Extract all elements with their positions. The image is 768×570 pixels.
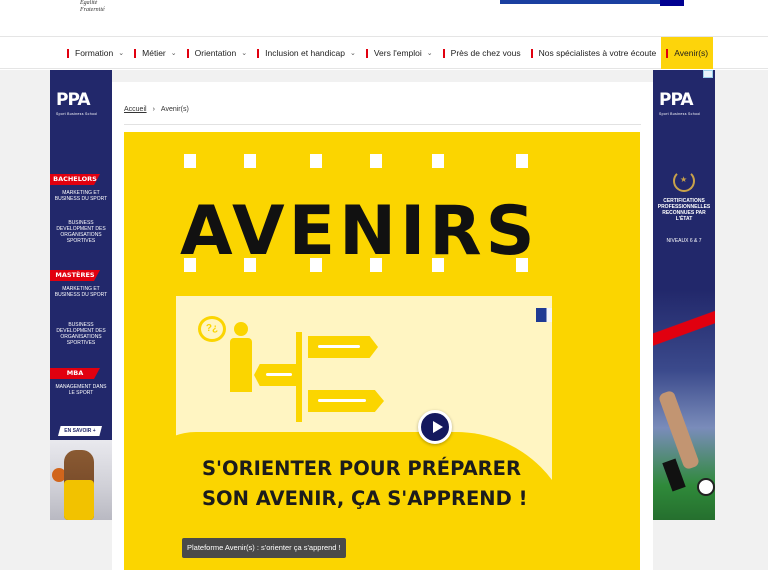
ad-label-bachelors: BACHELORS xyxy=(50,174,100,185)
nav-item-0[interactable]: Formation ⌄ xyxy=(62,37,129,69)
french-flag-icon xyxy=(536,308,552,322)
avenirs-title-text: AVENIRS xyxy=(180,192,539,271)
nav-item-5[interactable]: Près de chez vous xyxy=(438,37,526,69)
video-player[interactable]: ?¿ S'ORIENTER POUR PRÉPARER SON AVENIR, … xyxy=(176,296,552,570)
levels-text: Niveaux 6 & 7 xyxy=(666,238,702,244)
main-navigation: Formation ⌄ Métier ⌄ Orientation ⌄ Inclusion e… xyxy=(0,36,768,69)
ad-banner-right[interactable]: PPA Sport Business School ★ Certificatio… xyxy=(653,70,715,520)
nav-separator xyxy=(365,48,368,58)
chevron-down-icon: ⌄ xyxy=(349,50,356,57)
chevron-down-icon: ⌄ xyxy=(170,50,177,57)
star-icon: ★ xyxy=(680,175,688,184)
nav-item-label: Orientation xyxy=(194,48,237,58)
breadcrumb: Accueil › Avenir(s) xyxy=(124,106,189,113)
motto-line-egalite: Égalité xyxy=(80,0,98,6)
nav-separator xyxy=(530,48,533,58)
certification-text: Certifications professionnelles reconnue… xyxy=(657,198,711,222)
nav-item-label: Inclusion et handicap xyxy=(265,48,345,58)
ad-text-bachelor-2: Business development des organisations s… xyxy=(56,220,106,244)
sign-arrow-right-2 xyxy=(308,390,384,412)
breadcrumb-divider xyxy=(124,124,641,125)
player-jersey xyxy=(64,480,94,520)
avenirs-hero: AVENIRS ?¿ S'ORIENTER POUR PRÉPARER SON … xyxy=(124,132,640,570)
nav-item-label: Nos spécialistes à votre écoute xyxy=(538,48,657,58)
headline-line-2: SON AVENIR, ÇA S'APPREND ! xyxy=(202,487,528,510)
nav-item-label: Avenir(s) xyxy=(674,48,709,58)
ad-text-mba-1: Management dans le sport xyxy=(55,384,107,396)
ppa-logo: PPA xyxy=(56,90,91,110)
search-input[interactable] xyxy=(500,0,660,4)
main-content: Accueil › Avenir(s) AVENIRS ?¿ S'ORIENTE… xyxy=(112,82,653,570)
nav-item-6[interactable]: Nos spécialistes à votre écoute xyxy=(526,37,662,69)
breadcrumb-separator-icon: › xyxy=(152,106,155,113)
ppa-tagline: Sport Business School xyxy=(56,112,98,116)
nav-item-label: Métier xyxy=(142,48,166,58)
chevron-down-icon: ⌄ xyxy=(241,50,248,57)
ppa-logo-right: PPA xyxy=(659,90,694,110)
sign-arrow-left xyxy=(254,364,302,386)
nav-item-2[interactable]: Orientation ⌄ xyxy=(182,37,252,69)
chevron-down-icon: ⌄ xyxy=(426,50,433,57)
top-header: Égalité Fraternité xyxy=(0,0,768,36)
ad-text-mastere-2: Business development des organisations s… xyxy=(56,322,106,346)
nav-separator xyxy=(442,48,445,58)
nav-item-4[interactable]: Vers l'emploi ⌄ xyxy=(361,37,438,69)
play-button-icon[interactable] xyxy=(418,410,452,444)
republic-motto: Égalité Fraternité xyxy=(80,0,105,14)
person-illustration-head xyxy=(234,322,248,336)
nav-item-label: Formation xyxy=(75,48,114,58)
nav-separator xyxy=(67,48,69,58)
sign-arrow-right-1 xyxy=(308,336,378,358)
nav-separator xyxy=(257,48,260,58)
search-button[interactable] xyxy=(660,0,684,6)
ad-label-masteres: MASTÈRES xyxy=(50,270,100,281)
person-illustration-icon xyxy=(230,338,252,392)
ad-banner-left[interactable]: PPA Sport Business School BACHELORS Mark… xyxy=(50,70,112,520)
ad-label-mba: MBA xyxy=(50,368,100,379)
ad-text-bachelor-1: Marketing et business du sport xyxy=(54,190,108,202)
ppa-tagline-right: Sport Business School xyxy=(659,112,701,116)
nav-items: Formation ⌄ Métier ⌄ Orientation ⌄ Inclusion e… xyxy=(62,37,714,69)
adchoices-icon[interactable] xyxy=(703,70,713,78)
video-headline: S'ORIENTER POUR PRÉPARER SON AVENIR, ÇA … xyxy=(202,454,527,514)
football-icon xyxy=(697,478,715,496)
nav-item-label: Près de chez vous xyxy=(450,48,521,58)
nav-item-label: Vers l'emploi xyxy=(373,48,422,58)
red-stripe-decoration xyxy=(653,300,715,360)
avenirs-title-logo: AVENIRS xyxy=(180,154,539,272)
ad-text-mastere-1: Marketing et business du sport xyxy=(54,286,108,298)
question-bubble-icon: ?¿ xyxy=(198,316,226,342)
video-caption: Plateforme Avenir(s) : s'orienter ça s'a… xyxy=(182,538,346,558)
ad-learn-more-button[interactable]: EN SAVOIR + xyxy=(58,426,102,436)
nav-item-1[interactable]: Métier ⌄ xyxy=(129,37,182,69)
nav-item-7[interactable]: Avenir(s) xyxy=(661,37,714,69)
nav-separator xyxy=(666,48,669,58)
breadcrumb-home-link[interactable]: Accueil xyxy=(124,106,147,113)
breadcrumb-current: Avenir(s) xyxy=(160,106,189,113)
nav-separator xyxy=(134,48,137,58)
nav-item-3[interactable]: Inclusion et handicap ⌄ xyxy=(252,37,361,69)
nav-separator xyxy=(186,48,189,58)
motto-line-fraternite: Fraternité xyxy=(80,7,105,13)
headline-line-1: S'ORIENTER POUR PRÉPARER xyxy=(202,457,522,480)
chevron-down-icon: ⌄ xyxy=(118,50,125,57)
